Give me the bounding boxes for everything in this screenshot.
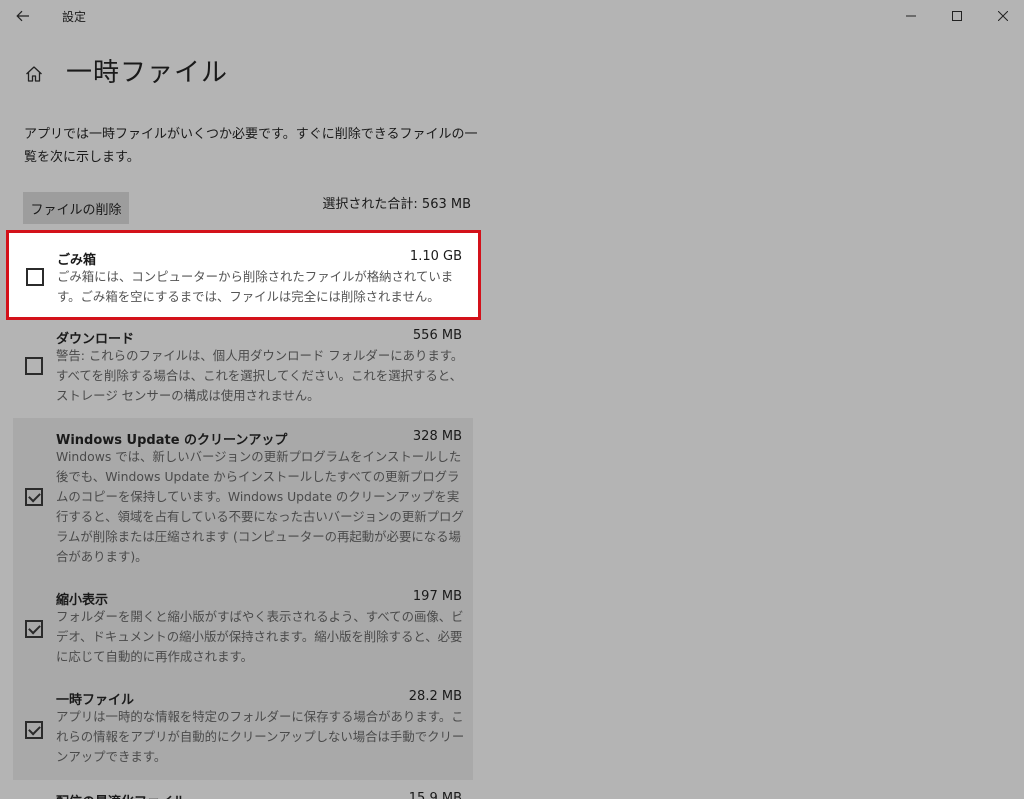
intro-text: アプリでは一時ファイルがいくつか必要です。すぐに削除できるファイルの一覧を次に示… bbox=[24, 127, 478, 165]
downloads-checkbox[interactable] bbox=[25, 357, 43, 375]
delete-files-button[interactable]: ファイルの削除 bbox=[23, 192, 129, 224]
item-size: 15.9 MB bbox=[408, 791, 462, 799]
close-icon bbox=[998, 11, 1008, 21]
maximize-icon bbox=[952, 11, 962, 21]
recycle-bin-checkbox[interactable] bbox=[26, 268, 44, 286]
item-name: 一時ファイル bbox=[56, 693, 135, 708]
title-bar: 設定 bbox=[0, 0, 1024, 32]
list-item-delivery-optimization-files[interactable]: 配信の最適化ファイル 15.9 MB bbox=[13, 782, 473, 799]
list-item-downloads[interactable]: ダウンロード 556 MB 警告: これらのファイルは、個人用ダウンロード フォ… bbox=[13, 322, 473, 416]
thumbnails-checkbox[interactable] bbox=[25, 620, 43, 638]
minimize-button[interactable] bbox=[888, 0, 934, 32]
windows-update-cleanup-checkbox[interactable] bbox=[25, 488, 43, 506]
list-item-recycle-bin[interactable]: ごみ箱 1.10 GB ごみ箱には、コンピューターから削除されたファイルが格納さ… bbox=[6, 230, 481, 320]
home-button[interactable] bbox=[22, 62, 46, 86]
item-name: 縮小表示 bbox=[56, 593, 109, 608]
item-size: 328 MB bbox=[412, 429, 462, 444]
list-item-temporary-files[interactable]: 一時ファイル 28.2 MB アプリは一時的な情報を特定のフォルダーに保存する場… bbox=[13, 680, 473, 780]
item-description: ごみ箱には、コンピューターから削除されたファイルが格納されています。ごみ箱を空に… bbox=[57, 269, 454, 304]
minimize-icon bbox=[906, 15, 916, 17]
item-name: 配信の最適化ファイル bbox=[56, 791, 186, 799]
item-size: 197 MB bbox=[412, 589, 462, 604]
item-description: フォルダーを開くと縮小版がすばやく表示されるよう、すべての画像、ビデオ、ドキュメ… bbox=[56, 609, 464, 664]
back-button[interactable] bbox=[10, 4, 36, 28]
list-item-windows-update-cleanup[interactable]: Windows Update のクリーンアップ 328 MB Windows で… bbox=[13, 418, 473, 578]
selected-total: 選択された合計: 563 MB bbox=[322, 197, 471, 212]
temporary-files-checkbox[interactable] bbox=[25, 721, 43, 739]
item-description: アプリは一時的な情報を特定のフォルダーに保存する場合があります。これらの情報をア… bbox=[56, 709, 465, 764]
item-size: 28.2 MB bbox=[408, 689, 462, 704]
item-size: 1.10 GB bbox=[409, 249, 462, 264]
maximize-button[interactable] bbox=[934, 0, 980, 32]
list-item-thumbnails[interactable]: 縮小表示 197 MB フォルダーを開くと縮小版がすばやく表示されるよう、すべて… bbox=[13, 578, 473, 680]
item-name: ごみ箱 bbox=[57, 253, 97, 268]
item-size: 556 MB bbox=[412, 328, 462, 343]
item-description: Windows では、新しいバージョンの更新プログラムをインストールした後でも、… bbox=[56, 449, 464, 564]
back-arrow-icon bbox=[16, 10, 29, 22]
close-button[interactable] bbox=[980, 0, 1024, 32]
item-name: ダウンロード bbox=[56, 332, 135, 347]
item-description: 警告: これらのファイルは、個人用ダウンロード フォルダーにあります。すべてを削… bbox=[56, 348, 464, 403]
app-title: 設定 bbox=[62, 10, 87, 24]
page-title: 一時ファイル bbox=[66, 58, 229, 88]
item-name: Windows Update のクリーンアップ bbox=[56, 433, 288, 448]
home-icon bbox=[26, 66, 42, 82]
